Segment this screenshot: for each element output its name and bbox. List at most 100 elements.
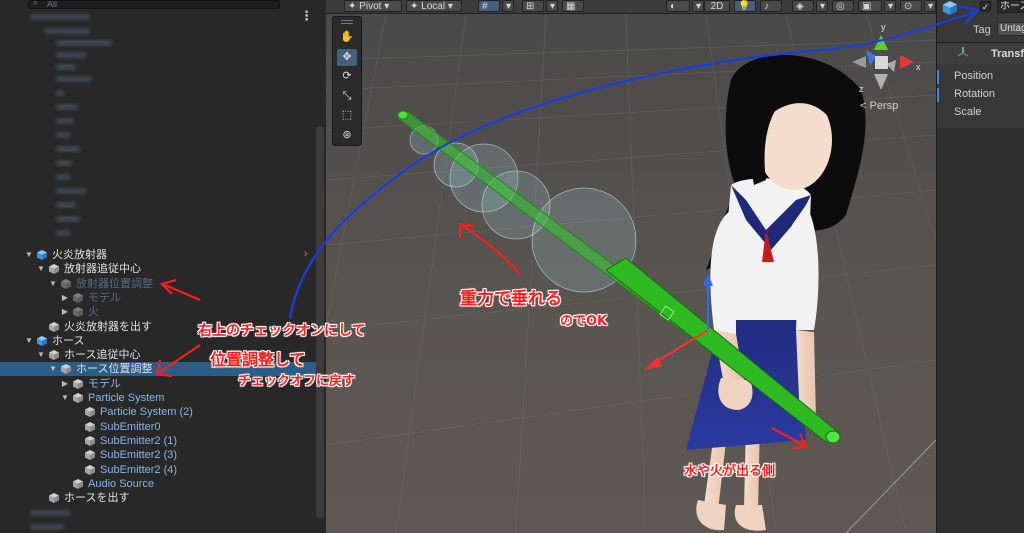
blurred-row: [56, 188, 86, 194]
hierarchy-row[interactable]: Audio Source: [0, 477, 316, 491]
hierarchy-menu-icon[interactable]: ⋮: [300, 9, 313, 22]
tag-dropdown[interactable]: Untagged: [997, 22, 1024, 36]
grid-visibility-button[interactable]: ▦: [562, 0, 584, 12]
blurred-row: [56, 64, 76, 70]
scene-view[interactable]: y x z < Persp ✦ Pivot ▾ ✦ Local ▾ # ▾ ⊞ …: [326, 0, 936, 533]
gizmo-x-label: x: [916, 62, 921, 72]
transform-header[interactable]: Transform: [937, 44, 1024, 64]
draw-mode-button[interactable]: ◐: [666, 0, 690, 12]
hierarchy-row[interactable]: Particle System (2): [0, 405, 316, 419]
gameobject-cube-icon: [61, 364, 71, 375]
pivot-dropdown[interactable]: ✦ Pivot ▾: [344, 0, 402, 12]
hierarchy-row[interactable]: SubEmitter2 (3): [0, 448, 316, 462]
chevron-down-icon[interactable]: ▾: [924, 0, 936, 12]
hand-tool-icon[interactable]: ✋: [337, 29, 357, 46]
chevron-down-icon[interactable]: ▾: [546, 0, 558, 12]
hierarchy-row-label: ホース: [52, 334, 85, 347]
collapse-arrow-icon[interactable]: ▶: [60, 291, 70, 305]
projection-toggle[interactable]: < Persp: [860, 100, 898, 112]
grid-snap-button[interactable]: #: [478, 0, 500, 12]
hierarchy-row[interactable]: SubEmitter0: [0, 420, 316, 434]
local-dropdown[interactable]: ✦ Local ▾: [406, 0, 462, 12]
scale-tool-icon[interactable]: ⤡: [337, 88, 357, 105]
chevron-down-icon[interactable]: ▾: [884, 0, 896, 12]
hierarchy-row[interactable]: ▼ 放射器追従中心: [0, 262, 316, 276]
rect-tool-icon[interactable]: ⬚: [337, 107, 357, 124]
expand-arrow-icon[interactable]: ▼: [48, 277, 58, 291]
object-name-field[interactable]: ホース: [997, 0, 1024, 13]
pivot-icon: ✦: [348, 1, 357, 12]
collapse-arrow-icon[interactable]: ▶: [60, 377, 70, 391]
chevron-down-icon[interactable]: ▾: [692, 0, 704, 12]
local-label: Local: [421, 1, 446, 12]
hierarchy-row-label: SubEmitter2 (4): [100, 463, 178, 476]
blurred-row: [56, 216, 80, 222]
hierarchy-row[interactable]: ▼ 放射器位置調整: [0, 277, 316, 291]
hierarchy-row[interactable]: SubEmitter2 (4): [0, 463, 316, 477]
gizmos-icon[interactable]: ⊙: [900, 0, 922, 12]
blurred-row: [30, 524, 64, 530]
scene-toolbar: ✦ Pivot ▾ ✦ Local ▾ # ▾ ⊞ ▾ ▦ ◐ ▾ 2D 💡 ♪…: [326, 0, 936, 14]
expand-arrow-icon[interactable]: ▼: [24, 248, 34, 262]
gameobject-cube-icon: [85, 407, 95, 418]
hierarchy-row[interactable]: ホースを出す: [0, 491, 316, 505]
active-checkbox[interactable]: ✓: [980, 1, 991, 12]
snap-increment-button[interactable]: ⊞: [522, 0, 544, 12]
chevron-down-icon[interactable]: ▾: [502, 0, 514, 12]
blurred-row: [30, 14, 90, 20]
divider: [937, 42, 1024, 43]
hierarchy-row-label: 火炎放射器を出す: [64, 320, 152, 333]
drag-handle[interactable]: [341, 20, 353, 24]
blurred-row: [56, 174, 70, 180]
collapse-arrow-icon[interactable]: ▶: [60, 305, 70, 319]
hierarchy-row[interactable]: SubEmitter2 (1): [0, 434, 316, 448]
chevron-right-icon[interactable]: ›: [304, 248, 308, 260]
scale-label[interactable]: Scale: [954, 106, 982, 118]
blurred-row: [56, 202, 76, 208]
chevron-down-icon[interactable]: ▾: [816, 0, 828, 12]
gameobject-cube-icon: [73, 292, 83, 303]
expand-arrow-icon[interactable]: ▼: [48, 362, 58, 376]
blurred-row: [56, 132, 70, 138]
scene-viewport[interactable]: y x z: [326, 0, 936, 533]
expand-arrow-icon[interactable]: ▼: [24, 334, 34, 348]
gameobject-cube-icon: [49, 350, 59, 361]
inspector-panel: ✓ ホース Tag Untagged Transform Position Ro…: [936, 0, 1024, 533]
hidden-objects-icon[interactable]: ◎: [832, 0, 854, 12]
rotation-label[interactable]: Rotation: [954, 88, 995, 100]
transform-tool-icon[interactable]: ⊛: [337, 127, 357, 144]
expand-arrow-icon[interactable]: ▼: [36, 262, 46, 276]
inspector-empty-area: [937, 128, 1024, 533]
rotate-tool-icon[interactable]: ⟳: [337, 68, 357, 85]
camera-icon[interactable]: ▣: [858, 0, 882, 12]
mode-2d-button[interactable]: 2D: [704, 0, 730, 12]
hierarchy-row-label: ホース追従中心: [64, 349, 141, 362]
blurred-row: [56, 40, 112, 46]
gameobject-cube-icon: [73, 478, 83, 489]
hierarchy-row[interactable]: ▼ 火炎放射器: [0, 248, 316, 262]
hierarchy-row-label: 放射器追従中心: [64, 263, 141, 276]
property-override-marker: [937, 70, 939, 84]
effects-icon[interactable]: ◈: [792, 0, 814, 12]
hierarchy-row-label: 火炎放射器: [52, 249, 107, 261]
hierarchy-row[interactable]: ▼ Particle System: [0, 391, 316, 405]
hierarchy-row-label: 放射器位置調整: [76, 277, 153, 290]
tag-label: Tag: [973, 24, 991, 36]
move-tool-icon[interactable]: ✥: [337, 48, 357, 66]
position-label[interactable]: Position: [954, 70, 993, 82]
lighting-icon[interactable]: 💡: [734, 0, 756, 12]
gameobject-cube-icon: [49, 493, 59, 504]
expand-arrow-icon[interactable]: ▼: [36, 348, 46, 362]
annotation-note-water: 水や火が出る側: [684, 464, 776, 479]
annotation-note-adjust: 位置調整して: [210, 350, 306, 369]
blurred-row: [30, 510, 70, 516]
blurred-row: [56, 104, 78, 110]
chevron-down-icon: ▾: [447, 1, 453, 12]
hierarchy-row-label: ホースを出す: [64, 492, 130, 505]
audio-icon[interactable]: ♪: [760, 0, 782, 12]
hierarchy-search-input[interactable]: ⌕ All: [28, 0, 280, 9]
expand-arrow-icon[interactable]: ▼: [60, 391, 70, 405]
pivot-label: Pivot: [359, 1, 382, 12]
hierarchy-row[interactable]: ▶ 火: [0, 305, 316, 319]
hierarchy-row[interactable]: ▶ モデル: [0, 291, 316, 305]
